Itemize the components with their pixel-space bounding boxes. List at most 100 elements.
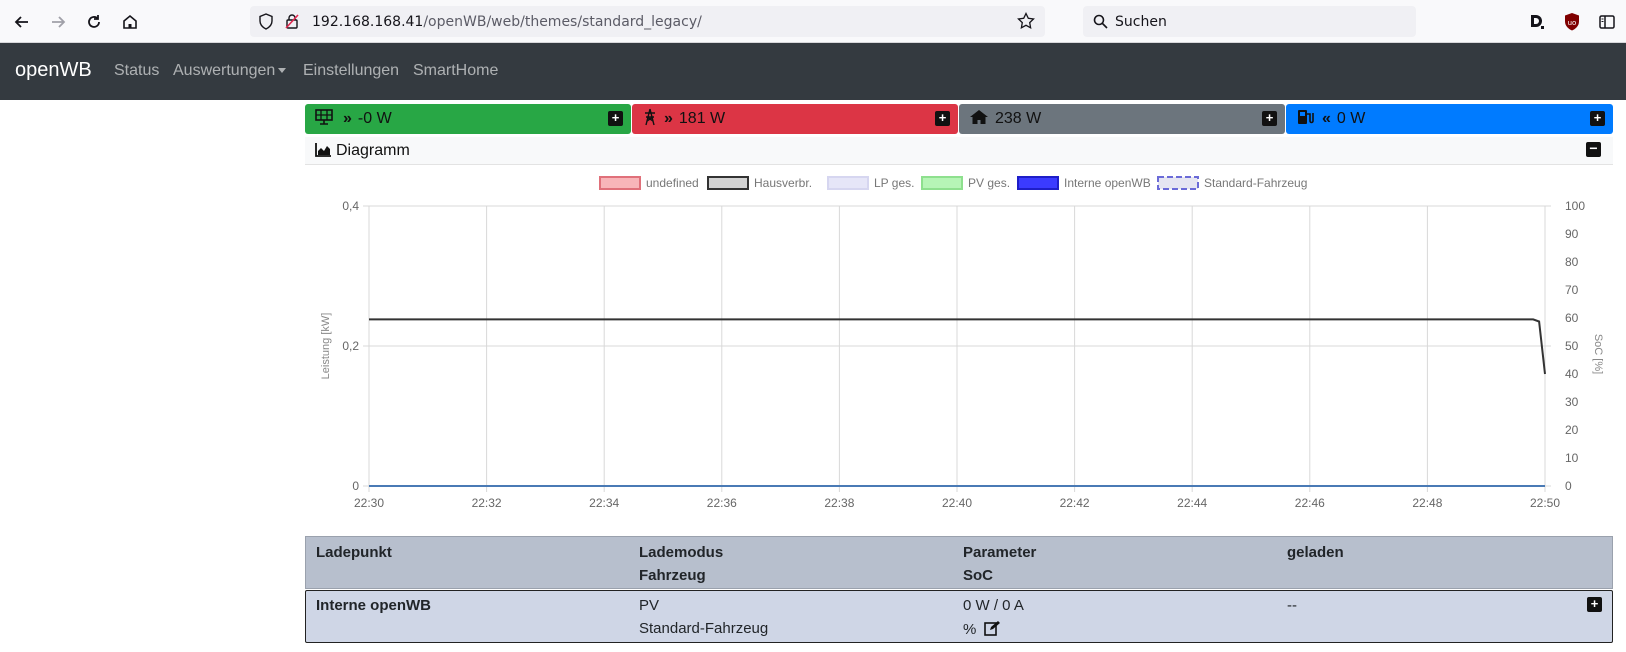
- double-chevron-right-icon: »: [664, 110, 673, 127]
- soc-value: %: [963, 621, 977, 638]
- pv-power-tile[interactable]: » -0 W +: [305, 104, 631, 134]
- svg-text:uo: uo: [1568, 19, 1577, 27]
- x-tick-label: 22:30: [354, 496, 384, 510]
- y-right-tick-label: 50: [1565, 339, 1579, 353]
- caret-down-icon: [278, 68, 287, 74]
- legend-swatch: [707, 176, 749, 190]
- ublock-icon[interactable]: uo: [1563, 12, 1581, 37]
- edit-icon[interactable]: [983, 620, 1001, 640]
- back-arrow-icon[interactable]: [8, 8, 36, 36]
- sidebar-icon[interactable]: [1598, 13, 1616, 36]
- house-power-value: 238 W: [995, 110, 1042, 127]
- double-chevron-left-icon: «: [1322, 110, 1331, 127]
- y-left-tick-label: 0,4: [342, 199, 359, 213]
- row-expand-plus-icon[interactable]: +: [1587, 597, 1602, 612]
- house-expand-plus-icon[interactable]: +: [1262, 111, 1277, 126]
- grid-expand-plus-icon[interactable]: +: [935, 111, 950, 126]
- y-right-tick-label: 0: [1565, 479, 1572, 493]
- x-tick-label: 22:38: [824, 496, 854, 510]
- x-tick-label: 22:42: [1060, 496, 1090, 510]
- area-chart-icon: [315, 143, 331, 162]
- diagram-title: Diagramm: [336, 142, 410, 159]
- diagram-collapse-minus-icon[interactable]: −: [1586, 141, 1601, 157]
- legend-label: PV ges.: [968, 176, 1010, 190]
- url-path: /openWB/web/themes/standard_legacy/: [423, 14, 702, 30]
- charge-point-table-header: Ladepunkt Lademodus Fahrzeug Parameter S…: [305, 536, 1613, 589]
- insecure-lock-icon[interactable]: [284, 13, 300, 35]
- nav-smarthome[interactable]: SmartHome: [413, 62, 498, 80]
- legend-label: Interne openWB: [1064, 176, 1151, 190]
- header-soc: SoC: [963, 567, 993, 584]
- x-tick-label: 22:32: [472, 496, 502, 510]
- search-bar[interactable]: Suchen: [1083, 6, 1416, 37]
- header-lademodus: Lademodus: [639, 544, 724, 561]
- shield-icon[interactable]: [258, 13, 274, 35]
- y-right-tick-label: 60: [1565, 311, 1579, 325]
- extension-d-icon[interactable]: [1528, 13, 1546, 36]
- ladepunkt-name: Interne openWB: [316, 597, 431, 614]
- charging-power-value: 0 W: [1336, 110, 1366, 127]
- diagram-card-header: Diagramm −: [305, 137, 1613, 165]
- y-right-tick-label: 70: [1565, 283, 1579, 297]
- charging-power-tile[interactable]: « 0 W +: [1286, 104, 1613, 134]
- charging-expand-plus-icon[interactable]: +: [1590, 111, 1605, 126]
- x-tick-label: 22:44: [1177, 496, 1207, 510]
- y-right-axis-label: SoC [%]: [1592, 334, 1604, 374]
- y-right-tick-label: 30: [1565, 395, 1579, 409]
- power-chart: undefined Hausverbr. LP ges. PV ges. Interne…: [320, 176, 1604, 510]
- reload-icon[interactable]: [80, 8, 108, 36]
- house-icon: [969, 109, 989, 130]
- legend-swatch: [1017, 176, 1059, 190]
- bookmark-star-icon[interactable]: [1017, 11, 1035, 35]
- search-input[interactable]: Suchen: [1115, 14, 1167, 30]
- grid-power-value: 181 W: [678, 110, 726, 127]
- address-bar[interactable]: 192.168.168.41/openWB/web/themes/standar…: [250, 6, 1045, 37]
- double-chevron-right-icon: »: [343, 110, 352, 127]
- legend-label: LP ges.: [874, 176, 914, 190]
- nav-einstellungen[interactable]: Einstellungen: [303, 62, 399, 80]
- x-tick-label: 22:34: [589, 496, 619, 510]
- legend-label: Standard-Fahrzeug: [1204, 176, 1307, 190]
- x-tick-label: 22:46: [1295, 496, 1325, 510]
- legend-swatch: [599, 176, 641, 190]
- browser-toolbar: 192.168.168.41/openWB/web/themes/standar…: [0, 0, 1626, 43]
- header-geladen: geladen: [1287, 544, 1344, 561]
- y-right-tick-label: 80: [1565, 255, 1579, 269]
- geladen-value: --: [1287, 597, 1297, 614]
- grid-power-tile[interactable]: » 181 W +: [632, 104, 958, 134]
- solar-panel-icon: [315, 108, 337, 130]
- table-row[interactable]: Interne openWB PV Standard-Fahrzeug 0 W …: [305, 590, 1613, 643]
- y-right-tick-label: 10: [1565, 451, 1579, 465]
- brand-logo-text[interactable]: openWB: [15, 59, 92, 82]
- search-icon: [1093, 14, 1108, 34]
- y-right-tick-label: 90: [1565, 227, 1579, 241]
- legend-swatch: [827, 176, 869, 190]
- url-host: 192.168.168.41: [312, 14, 424, 30]
- charging-station-icon: [1296, 109, 1316, 130]
- house-power-tile[interactable]: 238 W +: [959, 104, 1285, 134]
- pv-power-value: -0 W: [357, 110, 392, 127]
- x-tick-label: 22:48: [1412, 496, 1442, 510]
- header-ladepunkt: Ladepunkt: [316, 544, 392, 561]
- y-left-axis-label: Leistung [kW]: [320, 313, 332, 380]
- nav-status[interactable]: Status: [114, 62, 159, 80]
- legend-swatch: [1157, 176, 1199, 190]
- nav-auswertungen-label: Auswertungen: [173, 62, 276, 79]
- nav-auswertungen[interactable]: Auswertungen: [173, 62, 287, 80]
- x-tick-label: 22:40: [942, 496, 972, 510]
- power-tower-icon: [642, 108, 658, 131]
- home-icon[interactable]: [116, 8, 144, 36]
- y-right-tick-label: 100: [1565, 199, 1585, 213]
- y-left-tick-label: 0: [352, 479, 359, 493]
- legend-swatch: [921, 176, 963, 190]
- header-parameter: Parameter: [963, 544, 1037, 561]
- y-right-tick-label: 40: [1565, 367, 1579, 381]
- y-right-tick-label: 20: [1565, 423, 1579, 437]
- fahrzeug-value: Standard-Fahrzeug: [639, 620, 769, 637]
- lademodus-value[interactable]: PV: [639, 597, 659, 614]
- header-fahrzeug: Fahrzeug: [639, 567, 706, 584]
- y-left-tick-label: 0,2: [342, 339, 359, 353]
- forward-arrow-icon[interactable]: [44, 8, 72, 36]
- app-navbar: openWB Status Auswertungen Einstellungen…: [0, 43, 1626, 100]
- pv-expand-plus-icon[interactable]: +: [608, 111, 623, 126]
